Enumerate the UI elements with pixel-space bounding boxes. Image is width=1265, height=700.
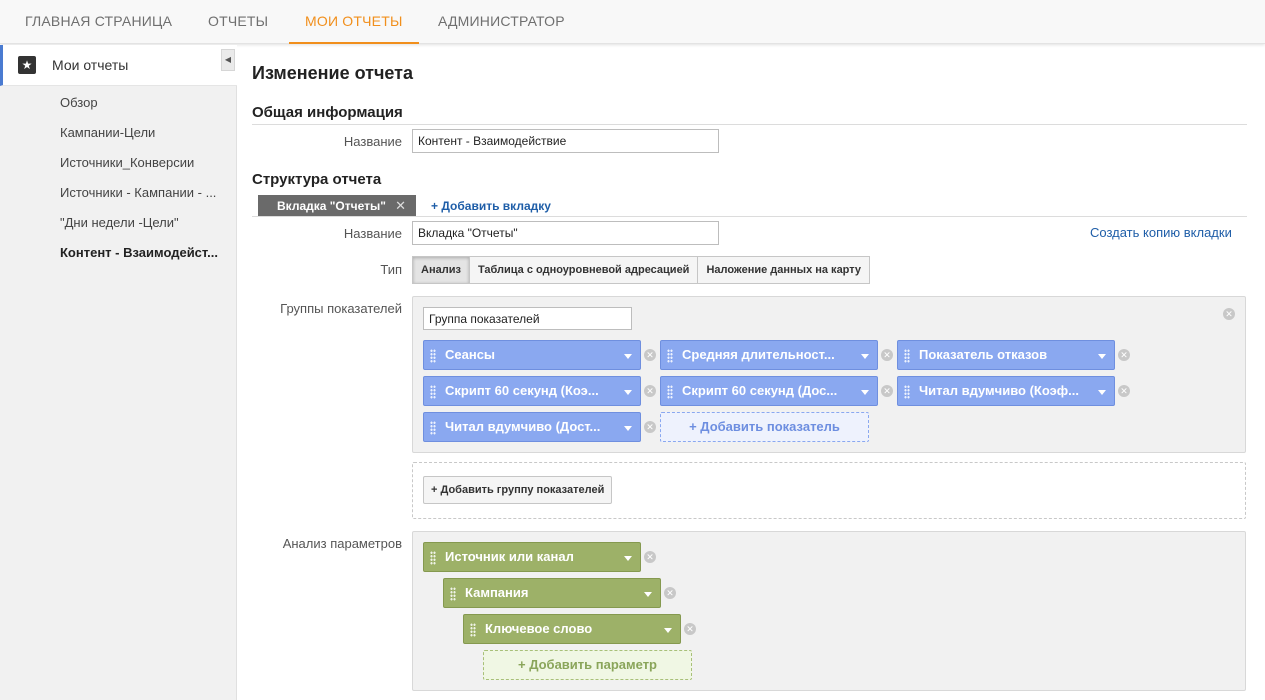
remove-metric-icon[interactable]: ✕	[881, 349, 893, 361]
tab-name-input[interactable]	[412, 221, 719, 245]
remove-metric-icon[interactable]: ✕	[881, 385, 893, 397]
tab-my-reports[interactable]: МОИ ОТЧЕТЫ	[289, 0, 419, 44]
remove-metric-icon[interactable]: ✕	[1118, 349, 1130, 361]
add-dimension-button[interactable]: + Добавить параметр	[483, 650, 692, 680]
dimension-chip[interactable]: Кампания	[443, 578, 661, 608]
sidebar: ★ Мои отчеты ◀ Обзор Кампании-Цели Источ…	[0, 45, 237, 700]
chevron-down-icon[interactable]	[624, 354, 632, 359]
metric-groups-label: Группы показателей	[280, 301, 402, 316]
metric-chip-label: Читал вдумчиво (Дост...	[445, 419, 601, 434]
sidebar-item-campaigns-goals[interactable]: Кампании-Цели	[60, 125, 220, 140]
metric-group-panel: ✕ Сеансы ✕ Средняя длительност... ✕ Пока…	[412, 296, 1246, 453]
chevron-down-icon[interactable]	[664, 628, 672, 633]
page-title: Изменение отчета	[252, 63, 414, 83]
metric-group-name-input[interactable]	[423, 307, 632, 330]
star-icon: ★	[18, 56, 36, 74]
metric-chip-label: Средняя длительност...	[682, 347, 835, 362]
remove-metric-icon[interactable]: ✕	[644, 349, 656, 361]
sidebar-header-label: Мои отчеты	[52, 57, 129, 73]
dimension-chip[interactable]: Источник или канал	[423, 542, 641, 572]
drag-handle-icon[interactable]	[430, 349, 436, 363]
remove-dimension-icon[interactable]: ✕	[644, 551, 656, 563]
add-tab-link[interactable]: + Добавить вкладку	[431, 199, 551, 213]
metric-chip[interactable]: Читал вдумчиво (Коэф...	[897, 376, 1115, 406]
chevron-down-icon[interactable]	[1098, 390, 1106, 395]
top-nav: ГЛАВНАЯ СТРАНИЦА ОТЧЕТЫ МОИ ОТЧЕТЫ АДМИН…	[0, 0, 1265, 44]
sidebar-header[interactable]: ★ Мои отчеты	[0, 45, 237, 86]
divider	[252, 124, 1247, 125]
report-tab[interactable]: Вкладка "Отчеты" ✕	[258, 195, 416, 217]
divider	[252, 216, 1247, 217]
type-explorer-button[interactable]: Анализ	[412, 256, 470, 284]
chevron-down-icon[interactable]	[861, 354, 869, 359]
dimension-chip[interactable]: Ключевое слово	[463, 614, 681, 644]
dimension-chip-label: Ключевое слово	[485, 621, 593, 636]
remove-dimension-icon[interactable]: ✕	[684, 623, 696, 635]
main-content: Изменение отчета Общая информация Назван…	[237, 45, 1265, 700]
remove-metric-icon[interactable]: ✕	[644, 385, 656, 397]
sidebar-item-weekdays-goals[interactable]: "Дни недели -Цели"	[60, 215, 220, 230]
type-map-overlay-button[interactable]: Наложение данных на карту	[697, 256, 871, 284]
drag-handle-icon[interactable]	[450, 587, 456, 601]
drag-handle-icon[interactable]	[904, 385, 910, 399]
drag-handle-icon[interactable]	[904, 349, 910, 363]
type-flat-table-button[interactable]: Таблица с одноуровневой адресацией	[468, 256, 699, 284]
chevron-down-icon[interactable]	[624, 556, 632, 561]
remove-dimension-icon[interactable]: ✕	[664, 587, 676, 599]
tab-admin[interactable]: АДМИНИСТРАТОР	[438, 0, 565, 44]
chevron-down-icon[interactable]	[861, 390, 869, 395]
sidebar-item-content-engagement[interactable]: Контент - Взаимодейст...	[60, 245, 220, 260]
drag-handle-icon[interactable]	[667, 349, 673, 363]
report-tab-label: Вкладка "Отчеты"	[277, 199, 386, 213]
sidebar-item-sources-campaigns[interactable]: Источники - Кампании - ...	[60, 185, 220, 200]
report-name-label: Название	[343, 134, 402, 149]
drag-handle-icon[interactable]	[470, 623, 476, 637]
drag-handle-icon[interactable]	[430, 551, 436, 565]
dimensions-label: Анализ параметров	[282, 536, 402, 551]
type-label: Тип	[380, 262, 402, 277]
chevron-down-icon[interactable]	[624, 426, 632, 431]
dimension-chip-label: Источник или канал	[445, 549, 574, 564]
chevron-down-icon[interactable]	[624, 390, 632, 395]
remove-group-icon[interactable]: ✕	[1223, 308, 1235, 320]
general-info-heading: Общая информация	[252, 104, 403, 121]
remove-metric-icon[interactable]: ✕	[644, 421, 656, 433]
remove-metric-icon[interactable]: ✕	[1118, 385, 1130, 397]
metric-chip[interactable]: Сеансы	[423, 340, 641, 370]
tab-name-label: Название	[343, 226, 402, 241]
drag-handle-icon[interactable]	[667, 385, 673, 399]
metric-chip-label: Скрипт 60 секунд (Дос...	[682, 383, 838, 398]
metric-chip[interactable]: Скрипт 60 секунд (Коэ...	[423, 376, 641, 406]
metric-chip[interactable]: Показатель отказов	[897, 340, 1115, 370]
add-metric-button[interactable]: + Добавить показатель	[660, 412, 869, 442]
chevron-down-icon[interactable]	[1098, 354, 1106, 359]
add-group-area: + Добавить группу показателей	[412, 462, 1246, 519]
dimension-chip-label: Кампания	[465, 585, 529, 600]
type-selector: Анализ Таблица с одноуровневой адресацие…	[412, 256, 871, 284]
metric-chip-label: Читал вдумчиво (Коэф...	[919, 383, 1080, 398]
tab-home[interactable]: ГЛАВНАЯ СТРАНИЦА	[25, 0, 172, 44]
collapse-sidebar-button[interactable]: ◀	[221, 49, 235, 71]
metric-chip-label: Сеансы	[445, 347, 496, 362]
report-name-input[interactable]	[412, 129, 719, 153]
structure-heading: Структура отчета	[252, 171, 382, 188]
copy-tab-link[interactable]: Создать копию вкладки	[1090, 225, 1232, 240]
metric-chip[interactable]: Средняя длительност...	[660, 340, 878, 370]
close-tab-icon[interactable]: ✕	[395, 195, 406, 217]
chevron-down-icon[interactable]	[644, 592, 652, 597]
metric-chip[interactable]: Читал вдумчиво (Дост...	[423, 412, 641, 442]
dimension-panel: Источник или канал ✕ Кампания ✕ Ключевое…	[412, 531, 1246, 691]
metric-chip-label: Скрипт 60 секунд (Коэ...	[445, 383, 599, 398]
add-metric-group-button[interactable]: + Добавить группу показателей	[423, 476, 613, 504]
drag-handle-icon[interactable]	[430, 421, 436, 435]
metric-chip-label: Показатель отказов	[919, 347, 1048, 362]
sidebar-item-overview[interactable]: Обзор	[60, 95, 220, 110]
tab-reports[interactable]: ОТЧЕТЫ	[208, 0, 268, 44]
metric-chip[interactable]: Скрипт 60 секунд (Дос...	[660, 376, 878, 406]
drag-handle-icon[interactable]	[430, 385, 436, 399]
sidebar-item-sources-conversions[interactable]: Источники_Конверсии	[60, 155, 220, 170]
